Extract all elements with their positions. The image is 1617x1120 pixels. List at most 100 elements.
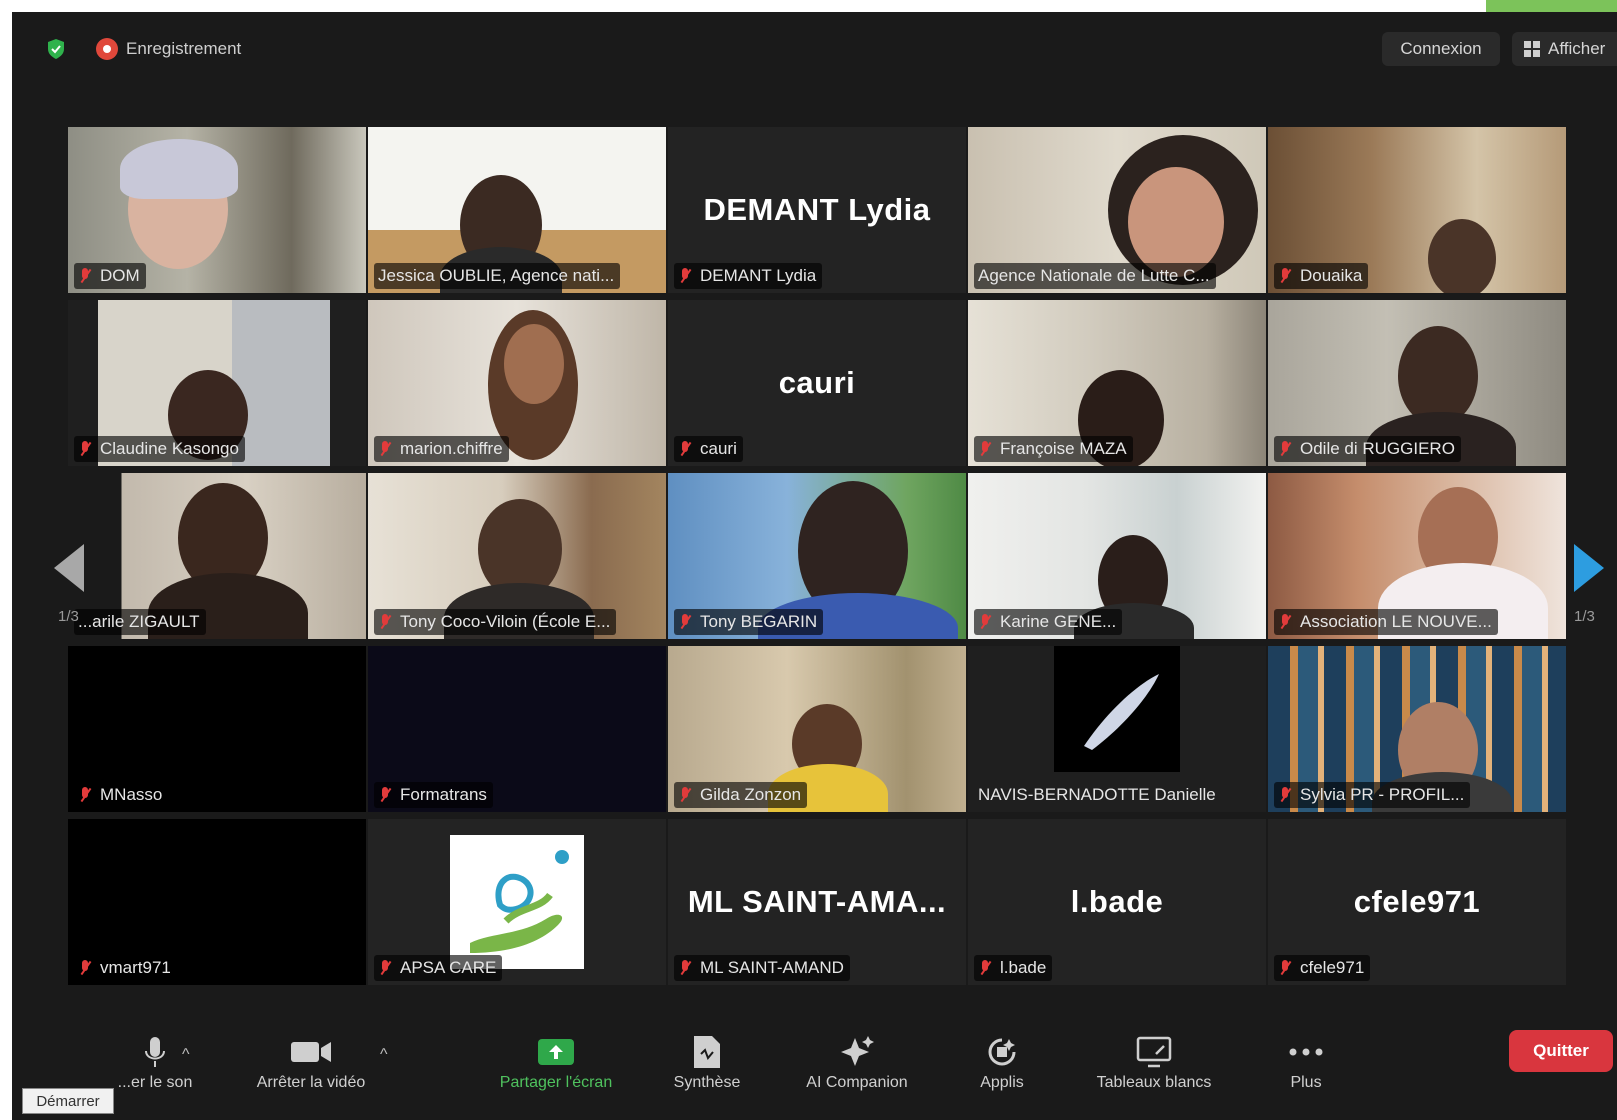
participant-name-tag: marion.chiffre xyxy=(374,436,509,462)
ai-sparkle-icon xyxy=(841,1036,874,1066)
view-button[interactable]: Afficher xyxy=(1512,32,1617,66)
muted-mic-icon xyxy=(1278,267,1292,285)
participant-name-tag: cauri xyxy=(674,436,743,462)
participant-tile[interactable]: Association LE NOUVE... xyxy=(1268,473,1566,639)
muted-mic-icon xyxy=(678,440,692,458)
muted-mic-icon xyxy=(1278,786,1292,804)
previous-page-arrow-icon[interactable] xyxy=(54,544,84,592)
participant-tile[interactable]: DOM xyxy=(68,127,366,293)
participant-name: Odile di RUGGIERO xyxy=(1300,439,1455,458)
whiteboard-icon xyxy=(1136,1036,1172,1068)
corner-accent xyxy=(1486,0,1617,12)
participant-name: cfele971 xyxy=(1300,958,1365,977)
ai-companion-button[interactable]: AI Companion xyxy=(782,1030,932,1092)
participant-tile[interactable]: MNasso xyxy=(68,646,366,812)
muted-mic-icon xyxy=(978,440,992,458)
participant-name: ML SAINT-AMAND xyxy=(700,958,844,977)
participant-name: Françoise MAZA xyxy=(1000,439,1127,458)
stop-video-button[interactable]: Arrêter la vidéo xyxy=(236,1030,386,1092)
participant-name-tag: DOM xyxy=(74,263,146,289)
participant-name: Douaika xyxy=(1300,266,1363,285)
participant-tile[interactable]: Karine GENE... xyxy=(968,473,1266,639)
participant-tile[interactable]: Sylvia PR - PROFIL... xyxy=(1268,646,1566,812)
muted-mic-icon xyxy=(78,786,92,804)
muted-mic-icon xyxy=(78,267,92,285)
more-button[interactable]: Plus xyxy=(1276,1030,1336,1092)
participant-name: cauri xyxy=(700,439,737,458)
start-tooltip: Démarrer xyxy=(22,1088,114,1114)
page-indicator-right: 1/3 xyxy=(1574,608,1595,625)
participant-tile[interactable]: Tony Coco-Viloin (École E... xyxy=(368,473,666,639)
video-label: Arrêter la vidéo xyxy=(256,1074,366,1091)
record-icon xyxy=(96,38,118,60)
grid-view-icon xyxy=(1524,41,1540,57)
security-shield-icon[interactable] xyxy=(46,38,66,60)
participant-name-tag: Association LE NOUVE... xyxy=(1274,609,1498,635)
participant-tile[interactable]: Françoise MAZA xyxy=(968,300,1266,466)
apsa-care-logo xyxy=(450,835,584,969)
participant-tile[interactable]: cfele971 cfele971 xyxy=(1268,819,1566,985)
apps-button[interactable]: Applis xyxy=(962,1030,1042,1092)
participant-name: Association LE NOUVE... xyxy=(1300,612,1492,631)
participant-name-tag: Tony Coco-Viloin (École E... xyxy=(374,609,617,635)
participant-tile[interactable]: APSA CARE xyxy=(368,819,666,985)
participant-name-tag: vmart971 xyxy=(74,955,177,981)
participant-tile[interactable]: Odile di RUGGIERO xyxy=(1268,300,1566,466)
participant-tile[interactable]: Claudine Kasongo xyxy=(68,300,366,466)
participant-tile[interactable]: marion.chiffre xyxy=(368,300,666,466)
recording-label: Enregistrement xyxy=(126,39,242,58)
participant-name-tag: Gilda Zonzon xyxy=(674,782,808,808)
participant-name: Tony BEGARIN xyxy=(700,612,818,631)
participant-name: marion.chiffre xyxy=(400,439,503,458)
participant-tile[interactable]: Tony BEGARIN xyxy=(668,473,966,639)
microphone-icon xyxy=(145,1037,165,1067)
participant-tile[interactable]: l.bade l.bade xyxy=(968,819,1266,985)
whiteboard-label: Tableaux blancs xyxy=(1096,1074,1212,1091)
participant-name-tag: cfele971 xyxy=(1274,955,1371,981)
participant-name-tag: Odile di RUGGIERO xyxy=(1274,436,1461,462)
participant-name-tag: Claudine Kasongo xyxy=(74,436,245,462)
quit-meeting-button[interactable]: Quitter xyxy=(1509,1030,1613,1072)
participant-name-tag: Jessica OUBLIE, Agence nati... xyxy=(374,263,621,289)
participant-name-tag: ML SAINT-AMAND xyxy=(674,955,850,981)
summary-button[interactable]: Synthèse xyxy=(662,1030,752,1092)
participant-tile[interactable]: DEMANT Lydia DEMANT Lydia xyxy=(668,127,966,293)
audio-options-caret-icon[interactable]: ^ xyxy=(182,1046,190,1064)
muted-mic-icon xyxy=(378,613,392,631)
meeting-window: Enregistrement Connexion Afficher DOM Je… xyxy=(12,12,1617,1120)
whiteboards-button[interactable]: Tableaux blancs xyxy=(1074,1030,1234,1092)
participant-tile[interactable]: Gilda Zonzon xyxy=(668,646,966,812)
participant-tile[interactable]: Jessica OUBLIE, Agence nati... xyxy=(368,127,666,293)
participant-tile[interactable]: ...arile ZIGAULT xyxy=(68,473,366,639)
next-page-arrow-icon[interactable] xyxy=(1574,544,1604,592)
participant-name: APSA CARE xyxy=(400,958,497,977)
participant-name: Claudine Kasongo xyxy=(100,439,239,458)
participant-name-tag: Karine GENE... xyxy=(974,609,1123,635)
muted-mic-icon xyxy=(978,613,992,631)
participant-name: vmart971 xyxy=(100,958,171,977)
muted-mic-icon xyxy=(678,959,692,977)
participant-hair xyxy=(120,139,238,199)
participant-name: Formatrans xyxy=(400,785,487,804)
participant-face xyxy=(1128,167,1224,277)
participant-tile-active-speaker[interactable]: Agence Nationale de Lutte C... xyxy=(968,127,1266,293)
video-options-caret-icon[interactable]: ^ xyxy=(380,1046,388,1064)
participant-name-tag: l.bade xyxy=(974,955,1053,981)
participant-tile[interactable]: vmart971 xyxy=(68,819,366,985)
participant-tile[interactable]: Douaika xyxy=(1268,127,1566,293)
connexion-button[interactable]: Connexion xyxy=(1382,32,1500,66)
participant-name-tag: MNasso xyxy=(74,782,169,808)
hand-logo-icon xyxy=(470,850,569,953)
audio-button[interactable]: ...er le son xyxy=(90,1030,220,1092)
muted-mic-icon xyxy=(78,959,92,977)
share-screen-button[interactable]: Partager l'écran xyxy=(482,1030,630,1092)
recording-indicator[interactable]: Enregistrement xyxy=(96,38,241,60)
participant-tile[interactable]: NAVIS-BERNADOTTE Danielle xyxy=(968,646,1266,812)
participant-face xyxy=(504,324,564,404)
participant-tile[interactable]: ML SAINT-AMA... ML SAINT-AMAND xyxy=(668,819,966,985)
muted-mic-icon xyxy=(978,959,992,977)
participant-tile[interactable]: cauri cauri xyxy=(668,300,966,466)
participant-name-tag: DEMANT Lydia xyxy=(674,263,823,289)
companion-label: AI Companion xyxy=(806,1074,908,1091)
participant-tile[interactable]: Formatrans xyxy=(368,646,666,812)
